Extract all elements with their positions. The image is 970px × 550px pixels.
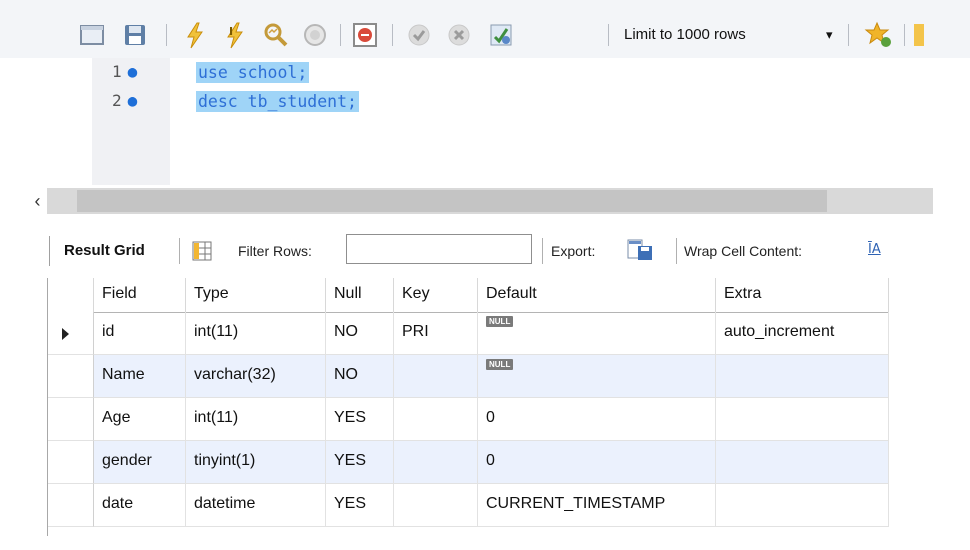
toggle-error-icon[interactable] xyxy=(350,20,380,50)
cell-default[interactable]: 0 xyxy=(478,398,716,441)
cell-type[interactable]: int(11) xyxy=(186,398,326,441)
open-file-icon[interactable] xyxy=(78,20,108,50)
save-icon[interactable] xyxy=(120,20,150,50)
row-marker[interactable] xyxy=(48,355,94,398)
cell-key[interactable] xyxy=(394,398,478,441)
execute-icon[interactable] xyxy=(180,20,210,50)
cell-key[interactable] xyxy=(394,484,478,527)
cell-field[interactable]: Age xyxy=(94,398,186,441)
cell-field[interactable]: date xyxy=(94,484,186,527)
code-line-1[interactable]: use school; xyxy=(196,62,310,83)
cell-null[interactable]: YES xyxy=(326,441,394,484)
column-header-key[interactable]: Key xyxy=(394,278,478,312)
rollback-icon[interactable] xyxy=(444,20,474,50)
cell-default[interactable]: NULL xyxy=(478,312,716,355)
more-toolbar-icon[interactable] xyxy=(914,24,924,46)
scroll-left-icon[interactable]: ‹ xyxy=(28,188,47,214)
chevron-down-icon[interactable]: ▾ xyxy=(826,27,833,43)
cell-default[interactable]: 0 xyxy=(478,441,716,484)
limit-rows-select[interactable]: Limit to 1000 rows xyxy=(624,26,746,43)
table-row[interactable]: id int(11) NO PRI NULL auto_increment xyxy=(48,312,889,355)
cell-null[interactable]: YES xyxy=(326,484,394,527)
cell-default[interactable]: CURRENT_TIMESTAMP xyxy=(478,484,716,527)
export-label: Export: xyxy=(551,243,596,259)
column-header-default[interactable]: Default xyxy=(478,278,716,312)
cell-null[interactable]: NO xyxy=(326,355,394,398)
cell-field[interactable]: id xyxy=(94,312,186,355)
cell-extra[interactable] xyxy=(716,441,889,484)
row-marker[interactable] xyxy=(48,312,94,355)
filter-rows-label: Filter Rows: xyxy=(238,243,312,259)
table-row[interactable]: Name varchar(32) NO NULL xyxy=(48,355,889,398)
column-header-field[interactable]: Field xyxy=(94,278,186,312)
current-row-arrow-icon xyxy=(62,328,69,340)
statement-marker-icon: ● xyxy=(127,91,138,110)
stop-icon[interactable] xyxy=(300,20,330,50)
table-row[interactable]: Age int(11) YES 0 xyxy=(48,398,889,441)
svg-text:I: I xyxy=(229,25,233,38)
row-marker-header xyxy=(48,278,94,312)
result-grid-tab[interactable]: Result Grid xyxy=(64,242,145,259)
filter-rows-input[interactable] xyxy=(346,234,532,264)
row-marker[interactable] xyxy=(48,398,94,441)
null-badge: NULL xyxy=(486,316,514,327)
grid-header: Field Type Null Key Default Extra xyxy=(48,278,889,313)
column-header-extra[interactable]: Extra xyxy=(716,278,889,312)
table-row[interactable]: gender tinyint(1) YES 0 xyxy=(48,441,889,484)
cell-key[interactable] xyxy=(394,441,478,484)
cell-extra[interactable] xyxy=(716,398,889,441)
cell-type[interactable]: tinyint(1) xyxy=(186,441,326,484)
wrap-cell-icon[interactable]: ĪA xyxy=(868,242,890,262)
cell-extra[interactable]: auto_increment xyxy=(716,312,889,355)
cell-key[interactable] xyxy=(394,355,478,398)
execute-current-icon[interactable]: I xyxy=(220,20,250,50)
cell-field[interactable]: Name xyxy=(94,355,186,398)
cell-type[interactable]: datetime xyxy=(186,484,326,527)
cell-default[interactable]: NULL xyxy=(478,355,716,398)
column-header-type[interactable]: Type xyxy=(186,278,326,312)
cell-extra[interactable] xyxy=(716,484,889,527)
commit-icon[interactable] xyxy=(404,20,434,50)
cell-type[interactable]: varchar(32) xyxy=(186,355,326,398)
scrollbar-thumb[interactable] xyxy=(77,190,827,212)
explain-icon[interactable] xyxy=(260,20,290,50)
code-line-2[interactable]: desc tb_student; xyxy=(196,91,359,112)
wrap-cell-label: Wrap Cell Content: xyxy=(684,243,803,259)
autocommit-icon[interactable] xyxy=(486,20,516,50)
null-badge: NULL xyxy=(486,359,514,370)
column-header-null[interactable]: Null xyxy=(326,278,394,312)
table-row[interactable]: date datetime YES CURRENT_TIMESTAMP xyxy=(48,484,889,527)
cell-field[interactable]: gender xyxy=(94,441,186,484)
statement-marker-icon: ● xyxy=(127,62,138,81)
line-number-1: 1 ● xyxy=(112,62,138,81)
cell-null[interactable]: YES xyxy=(326,398,394,441)
row-marker[interactable] xyxy=(48,441,94,484)
row-marker[interactable] xyxy=(48,484,94,527)
export-icon[interactable] xyxy=(626,236,654,264)
cell-key[interactable]: PRI xyxy=(394,312,478,355)
sql-editor-toolbar: I Limit to 1000 rows ▾ xyxy=(0,0,970,58)
cell-type[interactable]: int(11) xyxy=(186,312,326,355)
line-number-2: 2 ● xyxy=(112,91,138,110)
beautify-icon[interactable] xyxy=(864,20,894,50)
result-grid: Field Type Null Key Default Extra id int… xyxy=(47,278,889,536)
cell-extra[interactable] xyxy=(716,355,889,398)
cell-null[interactable]: NO xyxy=(326,312,394,355)
grid-view-icon[interactable] xyxy=(191,240,213,262)
